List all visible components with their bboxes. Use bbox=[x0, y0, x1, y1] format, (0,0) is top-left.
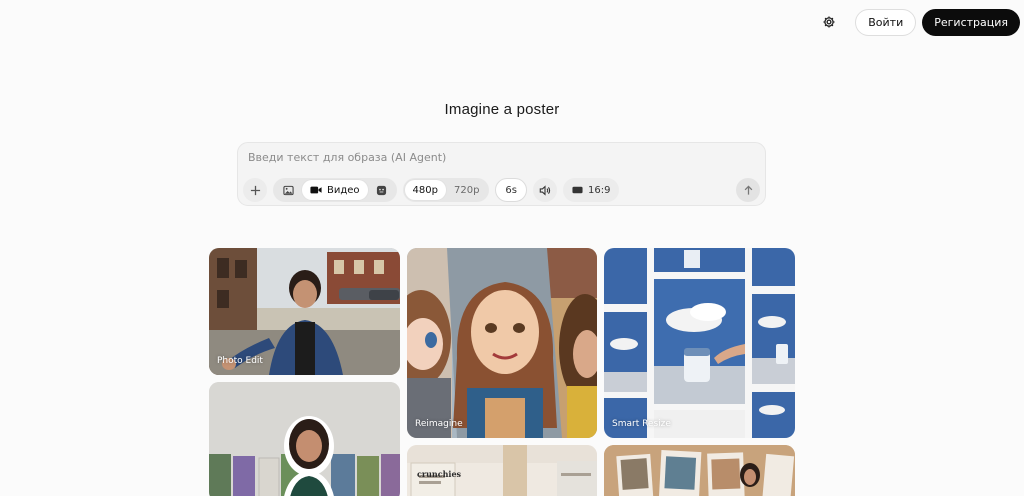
reimagine-image bbox=[407, 248, 597, 438]
gallery-card-smart-resize[interactable]: Smart Resize bbox=[604, 248, 795, 438]
add-button[interactable] bbox=[243, 178, 267, 202]
resolution-selector: 480p 720p bbox=[402, 178, 490, 202]
avatar-icon bbox=[376, 185, 386, 195]
resolution-480p-button[interactable]: 480p bbox=[404, 180, 446, 200]
duration-button[interactable]: 6s bbox=[495, 178, 527, 202]
scrapbook-image bbox=[604, 445, 795, 496]
prompt-toolbar: Видео 480p 720p 6s 16:9 bbox=[243, 178, 760, 202]
gallery-card-portrait[interactable] bbox=[209, 382, 400, 496]
speaker-icon bbox=[539, 184, 551, 196]
gallery-card-label: Smart Resize bbox=[612, 419, 671, 429]
mode-video-button[interactable]: Видео bbox=[302, 180, 368, 200]
gallery-card-photo-edit[interactable]: Photo Edit bbox=[209, 248, 400, 375]
mode-selector: Видео bbox=[273, 178, 397, 202]
settings-button[interactable] bbox=[815, 8, 843, 36]
gallery-card-label: Reimagine bbox=[415, 419, 463, 429]
gallery-card-scrapbook[interactable] bbox=[604, 445, 795, 496]
arrow-up-icon bbox=[744, 185, 752, 195]
sound-button[interactable] bbox=[533, 178, 557, 202]
mode-image-button[interactable] bbox=[275, 180, 302, 200]
header-actions: Войти Регистрация bbox=[815, 8, 1020, 36]
login-button[interactable]: Войти bbox=[855, 8, 917, 36]
page: Войти Регистрация Imagine a poster Введи… bbox=[0, 0, 1024, 496]
gallery-card-label: Photo Edit bbox=[217, 356, 263, 366]
resolution-720p-button[interactable]: 720p bbox=[446, 180, 487, 200]
gear-icon bbox=[823, 16, 835, 28]
mode-video-label: Видео bbox=[327, 184, 360, 196]
register-button[interactable]: Регистрация bbox=[922, 8, 1020, 36]
image-icon bbox=[283, 185, 294, 195]
crunchies-caption: crunchies bbox=[417, 469, 462, 479]
video-camera-icon bbox=[310, 186, 322, 194]
prompt-box: Видео 480p 720p 6s bbox=[237, 142, 766, 206]
smart-resize-image bbox=[604, 248, 795, 438]
mode-avatar-button[interactable] bbox=[368, 180, 395, 200]
aspect-ratio-label: 16:9 bbox=[588, 184, 611, 196]
aspect-ratio-icon bbox=[572, 186, 583, 194]
send-button[interactable] bbox=[736, 178, 760, 202]
gallery-card-crunchies[interactable]: crunchies bbox=[407, 445, 597, 496]
plus-icon bbox=[250, 185, 260, 195]
aspect-ratio-button[interactable]: 16:9 bbox=[563, 178, 620, 202]
portrait-image bbox=[209, 382, 400, 496]
hero-title: Imagine a poster bbox=[444, 101, 560, 118]
gallery-card-reimagine[interactable]: Reimagine bbox=[407, 248, 597, 438]
prompt-input[interactable] bbox=[248, 151, 748, 164]
